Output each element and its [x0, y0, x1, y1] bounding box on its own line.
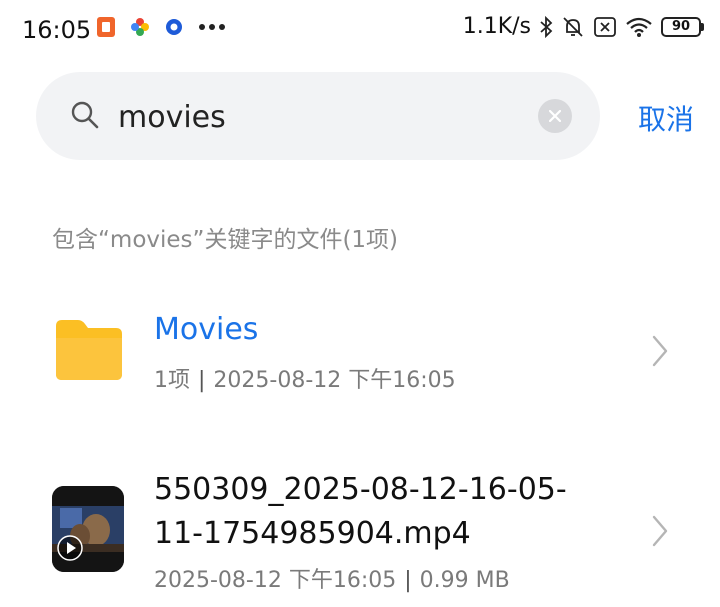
more-notifications-icon	[199, 24, 225, 30]
search-input[interactable]	[116, 92, 540, 142]
chevron-right-icon	[652, 515, 668, 547]
network-speed: 1.1K/s	[462, 14, 531, 39]
result-item-video[interactable]: 550309_2025-08-12-16-05-11-1754985904.mp…	[0, 466, 720, 598]
bluetooth-icon	[540, 15, 553, 38]
ring-app-icon	[166, 19, 182, 35]
video-meta: 2025-08-12 下午16:05 | 0.99 MB	[154, 568, 510, 593]
status-time: 16:05	[22, 16, 92, 44]
close-icon	[549, 110, 561, 122]
search-bar[interactable]	[36, 72, 600, 160]
bell-muted-icon	[563, 16, 583, 37]
video-size: 0.99 MB	[419, 568, 510, 593]
video-thumbnail	[52, 486, 124, 572]
cancel-button[interactable]: 取消	[638, 98, 694, 138]
video-file-name: 550309_2025-08-12-16-05-11-1754985904.mp…	[154, 472, 567, 551]
clear-search-button[interactable]	[538, 99, 572, 133]
sim-card-icon	[594, 16, 616, 37]
notification-icons	[96, 16, 226, 38]
folder-name: Movies	[154, 312, 259, 347]
pinwheel-app-icon	[131, 18, 149, 36]
wifi-icon	[626, 17, 652, 37]
status-bar: 16:05 1.1K/s 90	[0, 0, 720, 60]
battery-icon: 90	[661, 16, 704, 37]
app-notification-icon	[97, 17, 115, 37]
video-date: 2025-08-12 下午16:05	[154, 568, 397, 593]
folder-item-count: 1项	[154, 368, 190, 393]
folder-date: 2025-08-12 下午16:05	[213, 368, 456, 393]
video-preview-image	[52, 486, 124, 572]
status-right: 1.1K/s 90	[463, 14, 704, 39]
folder-meta: 1项 | 2025-08-12 下午16:05	[154, 368, 456, 393]
chevron-right-icon	[652, 335, 668, 367]
search-icon	[71, 101, 99, 129]
results-summary: 包含“movies”关键字的文件(1项)	[52, 227, 399, 253]
result-item-folder[interactable]: Movies 1项 | 2025-08-12 下午16:05	[0, 300, 720, 400]
folder-icon	[56, 320, 122, 380]
battery-level: 90	[671, 19, 691, 34]
